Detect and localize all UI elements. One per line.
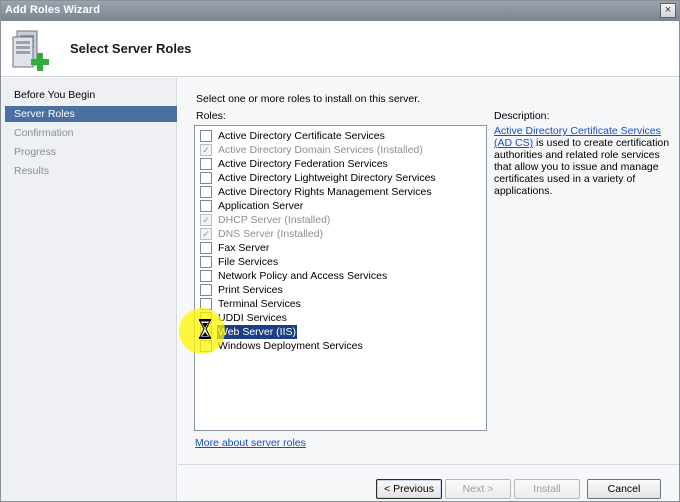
wizard-header: Select Server Roles — [1, 21, 679, 77]
add-roles-wizard-window: Add Roles Wizard × Select Server Roles B… — [0, 0, 680, 502]
close-icon: × — [664, 4, 672, 16]
role-item[interactable]: Network Policy and Access Services — [199, 269, 479, 283]
window-title: Add Roles Wizard — [5, 4, 101, 16]
role-label: UDDI Services — [218, 312, 287, 324]
role-label: Terminal Services — [218, 298, 301, 310]
role-checkbox: ✓ — [200, 228, 212, 240]
role-item[interactable]: Application Server — [199, 199, 479, 213]
role-item[interactable]: Windows Deployment Services — [199, 339, 479, 353]
role-label: DHCP Server (Installed) — [218, 214, 331, 226]
button-bar: < Previous Next > Install Cancel — [178, 464, 679, 501]
role-label: Print Services — [218, 284, 283, 296]
more-about-roles-link[interactable]: More about server roles — [195, 437, 306, 449]
role-checkbox[interactable] — [200, 200, 212, 212]
role-item[interactable]: Active Directory Certificate Services — [199, 129, 479, 143]
role-label: Network Policy and Access Services — [218, 270, 388, 282]
role-label: Application Server — [218, 200, 304, 212]
role-item[interactable]: Fax Server — [199, 241, 479, 255]
role-description: Active Directory Certificate Services (A… — [494, 125, 670, 197]
role-item[interactable]: File Services — [199, 255, 479, 269]
role-item[interactable]: Active Directory Rights Management Servi… — [199, 185, 479, 199]
role-label: Windows Deployment Services — [218, 340, 363, 352]
wizard-steps-nav: Before You Begin Server Roles Confirmati… — [1, 78, 177, 501]
role-label: Active Directory Federation Services — [218, 158, 388, 170]
role-item: ✓ DHCP Server (Installed) — [199, 213, 479, 227]
role-item[interactable]: UDDI Services — [199, 311, 479, 325]
role-item[interactable]: Terminal Services — [199, 297, 479, 311]
role-item-selected[interactable]: Web Server (IIS) — [199, 325, 479, 339]
description-label: Description: — [494, 110, 550, 122]
nav-item-server-roles[interactable]: Server Roles — [5, 106, 177, 122]
role-label: Web Server (IIS) — [217, 325, 297, 339]
nav-item-progress: Progress — [14, 146, 57, 158]
role-label: Active Directory Domain Services (Instal… — [218, 144, 423, 156]
cancel-button[interactable]: Cancel — [587, 479, 661, 499]
role-label: DNS Server (Installed) — [218, 228, 324, 240]
role-checkbox[interactable] — [200, 256, 212, 268]
page-title: Select Server Roles — [70, 41, 192, 56]
role-label: Active Directory Rights Management Servi… — [218, 186, 432, 198]
role-item[interactable]: Print Services — [199, 283, 479, 297]
role-checkbox[interactable] — [200, 242, 212, 254]
role-label: Active Directory Lightweight Directory S… — [218, 172, 436, 184]
nav-item-results: Results — [14, 165, 50, 177]
role-checkbox[interactable] — [200, 270, 212, 282]
role-checkbox[interactable] — [200, 130, 212, 142]
role-checkbox[interactable] — [200, 298, 212, 310]
main-content: Select one or more roles to install on t… — [178, 78, 679, 464]
roles-label: Roles: — [196, 110, 226, 122]
previous-button[interactable]: < Previous — [376, 479, 442, 499]
role-checkbox[interactable] — [200, 340, 212, 352]
role-checkbox[interactable] — [200, 186, 212, 198]
role-item[interactable]: Active Directory Lightweight Directory S… — [199, 171, 479, 185]
role-label: Fax Server — [218, 242, 270, 254]
role-checkbox[interactable] — [200, 312, 212, 324]
role-label: Active Directory Certificate Services — [218, 130, 385, 142]
server-add-icon — [12, 30, 49, 71]
role-label: File Services — [218, 256, 279, 268]
next-button: Next > — [445, 479, 511, 499]
title-bar[interactable]: Add Roles Wizard × — [1, 1, 679, 21]
role-checkbox: ✓ — [200, 214, 212, 226]
install-button: Install — [514, 479, 580, 499]
nav-item-confirmation: Confirmation — [14, 127, 74, 139]
role-checkbox[interactable] — [200, 326, 212, 338]
close-button[interactable]: × — [660, 3, 676, 18]
role-checkbox[interactable] — [200, 158, 212, 170]
instruction-text: Select one or more roles to install on t… — [196, 93, 421, 105]
role-item: ✓ DNS Server (Installed) — [199, 227, 479, 241]
role-checkbox: ✓ — [200, 144, 212, 156]
role-checkbox[interactable] — [200, 284, 212, 296]
role-item: ✓ Active Directory Domain Services (Inst… — [199, 143, 479, 157]
nav-item-before-you-begin[interactable]: Before You Begin — [5, 87, 177, 103]
roles-list[interactable]: Active Directory Certificate Services ✓ … — [194, 125, 487, 431]
role-checkbox[interactable] — [200, 172, 212, 184]
role-item[interactable]: Active Directory Federation Services — [199, 157, 479, 171]
